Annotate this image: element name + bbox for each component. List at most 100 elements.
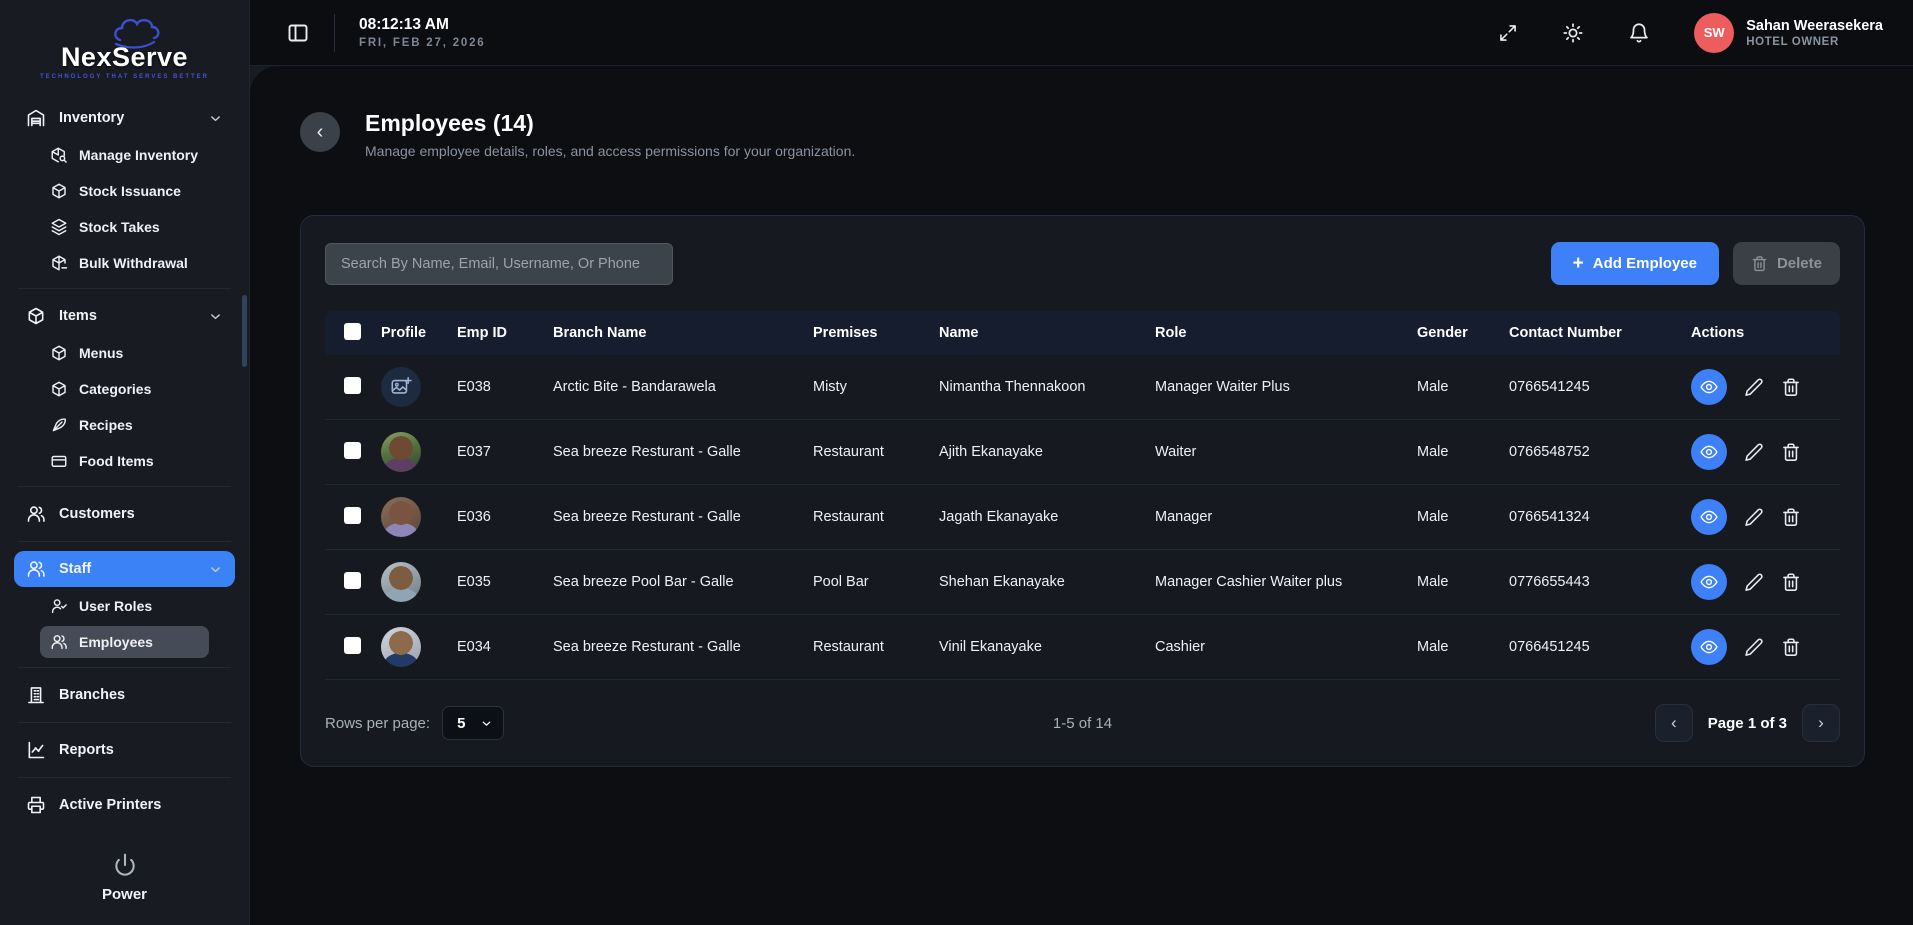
- sidebar-item-manage-inventory[interactable]: Manage Inventory: [40, 139, 209, 171]
- search-input[interactable]: [325, 243, 673, 285]
- edit-pencil-icon[interactable]: [1744, 442, 1764, 462]
- card-icon: [50, 452, 68, 470]
- premises: Restaurant: [813, 444, 939, 460]
- user-check-icon: [50, 597, 68, 615]
- fullscreen-icon[interactable]: [1498, 23, 1518, 43]
- sidebar-item-food-items[interactable]: Food Items: [40, 445, 209, 477]
- printer-icon: [26, 795, 46, 815]
- edit-pencil-icon[interactable]: [1744, 507, 1764, 527]
- divider: [18, 722, 231, 723]
- view-button[interactable]: [1691, 369, 1727, 405]
- theme-sun-icon[interactable]: [1562, 22, 1584, 44]
- view-button[interactable]: [1691, 629, 1727, 665]
- divider: [18, 288, 231, 289]
- edit-pencil-icon[interactable]: [1744, 377, 1764, 397]
- delete-trash-icon[interactable]: [1781, 572, 1801, 592]
- sidebar-item-stock-takes[interactable]: Stock Takes: [40, 211, 209, 243]
- edit-pencil-icon[interactable]: [1744, 572, 1764, 592]
- prev-page-button[interactable]: ‹: [1655, 704, 1693, 742]
- sidebar-item-employees[interactable]: Employees: [40, 626, 209, 658]
- sidebar-item-bulk-withdrawal[interactable]: Bulk Withdrawal: [40, 247, 209, 279]
- box-icon: [26, 306, 46, 326]
- rows-per-page: Rows per page: 5: [325, 706, 1053, 740]
- delete-button[interactable]: Delete: [1733, 242, 1840, 285]
- profile-avatar-photo[interactable]: [381, 497, 421, 537]
- contact-number: 0766541245: [1509, 379, 1691, 395]
- sidebar-item-customers[interactable]: Customers: [14, 496, 235, 532]
- page-title: Employees (14): [365, 110, 855, 137]
- add-employee-button[interactable]: + Add Employee: [1551, 242, 1719, 285]
- row-checkbox[interactable]: [344, 637, 361, 654]
- emp-id: E034: [457, 639, 553, 655]
- sidebar-item-stock-issuance[interactable]: Stock Issuance: [40, 175, 209, 207]
- view-button[interactable]: [1691, 564, 1727, 600]
- sidebar-item-categories[interactable]: Categories: [40, 373, 209, 405]
- view-button[interactable]: [1691, 499, 1727, 535]
- divider: [18, 667, 231, 668]
- row-actions: [1691, 499, 1840, 535]
- page-indicator: Page 1 of 3: [1708, 715, 1787, 732]
- page-subtitle: Manage employee details, roles, and acce…: [365, 143, 855, 159]
- employee-name: Shehan Ekanayake: [939, 574, 1155, 590]
- sidebar-item-user-roles[interactable]: User Roles: [40, 590, 209, 622]
- row-actions: [1691, 629, 1840, 665]
- profile-avatar-photo[interactable]: [381, 627, 421, 667]
- contact-number: 0766548752: [1509, 444, 1691, 460]
- sidebar-item-label: Active Printers: [59, 797, 161, 813]
- sidebar-item-label: Staff: [59, 561, 91, 577]
- eye-icon: [1700, 443, 1718, 461]
- contact-number: 0766541324: [1509, 509, 1691, 525]
- power-button[interactable]: Power: [0, 842, 249, 925]
- edit-pencil-icon[interactable]: [1744, 637, 1764, 657]
- warehouse-icon: [26, 108, 46, 128]
- app-root: NexServe TECHNOLOGY THAT SERVES BETTER I…: [0, 0, 1913, 925]
- col-premises: Premises: [813, 325, 939, 341]
- divider: [18, 486, 231, 487]
- view-button[interactable]: [1691, 434, 1727, 470]
- delete-trash-icon[interactable]: [1781, 637, 1801, 657]
- sidebar-item-staff[interactable]: Staff: [14, 551, 235, 587]
- sidebar-item-items[interactable]: Items: [14, 298, 235, 334]
- delete-trash-icon[interactable]: [1781, 507, 1801, 527]
- back-button[interactable]: ‹: [300, 112, 340, 152]
- divider: [18, 541, 231, 542]
- premises: Misty: [813, 379, 939, 395]
- next-page-button[interactable]: ›: [1802, 704, 1840, 742]
- col-emp-id: Emp ID: [457, 325, 553, 341]
- row-checkbox[interactable]: [344, 442, 361, 459]
- profile-avatar-photo[interactable]: [381, 562, 421, 602]
- sidebar-item-label: Recipes: [79, 417, 133, 433]
- sidebar-toggle-icon[interactable]: [286, 21, 310, 45]
- sidebar-item-active-printers[interactable]: Active Printers: [14, 787, 235, 823]
- delete-trash-icon[interactable]: [1781, 377, 1801, 397]
- table-row: E035 Sea breeze Pool Bar - Galle Pool Ba…: [325, 550, 1840, 615]
- table-row: E036 Sea breeze Resturant - Galle Restau…: [325, 485, 1840, 550]
- profile-avatar-placeholder[interactable]: [381, 367, 421, 407]
- gender: Male: [1417, 444, 1509, 460]
- row-actions: [1691, 369, 1840, 405]
- sidebar-item-reports[interactable]: Reports: [14, 732, 235, 768]
- premises: Pool Bar: [813, 574, 939, 590]
- row-checkbox[interactable]: [344, 572, 361, 589]
- divider: [334, 14, 335, 52]
- employee-name: Jagath Ekanayake: [939, 509, 1155, 525]
- user-menu[interactable]: SW Sahan Weerasekera HOTEL OWNER: [1694, 13, 1883, 53]
- notifications-bell-icon[interactable]: [1628, 22, 1650, 44]
- branch-name: Sea breeze Resturant - Galle: [553, 444, 813, 460]
- profile-avatar-photo[interactable]: [381, 432, 421, 472]
- sidebar-item-recipes[interactable]: Recipes: [40, 409, 209, 441]
- row-checkbox[interactable]: [344, 377, 361, 394]
- box-search-icon: [50, 146, 68, 164]
- sidebar-scrollbar[interactable]: [242, 295, 247, 367]
- gender: Male: [1417, 639, 1509, 655]
- delete-trash-icon[interactable]: [1781, 442, 1801, 462]
- plus-icon: +: [1573, 253, 1584, 275]
- rows-per-page-select[interactable]: 5: [442, 706, 504, 740]
- eye-icon: [1700, 508, 1718, 526]
- select-all-checkbox[interactable]: [344, 323, 361, 340]
- col-role: Role: [1155, 325, 1417, 341]
- sidebar-item-menus[interactable]: Menus: [40, 337, 209, 369]
- sidebar-item-branches[interactable]: Branches: [14, 677, 235, 713]
- sidebar-item-inventory[interactable]: Inventory: [14, 100, 235, 136]
- row-checkbox[interactable]: [344, 507, 361, 524]
